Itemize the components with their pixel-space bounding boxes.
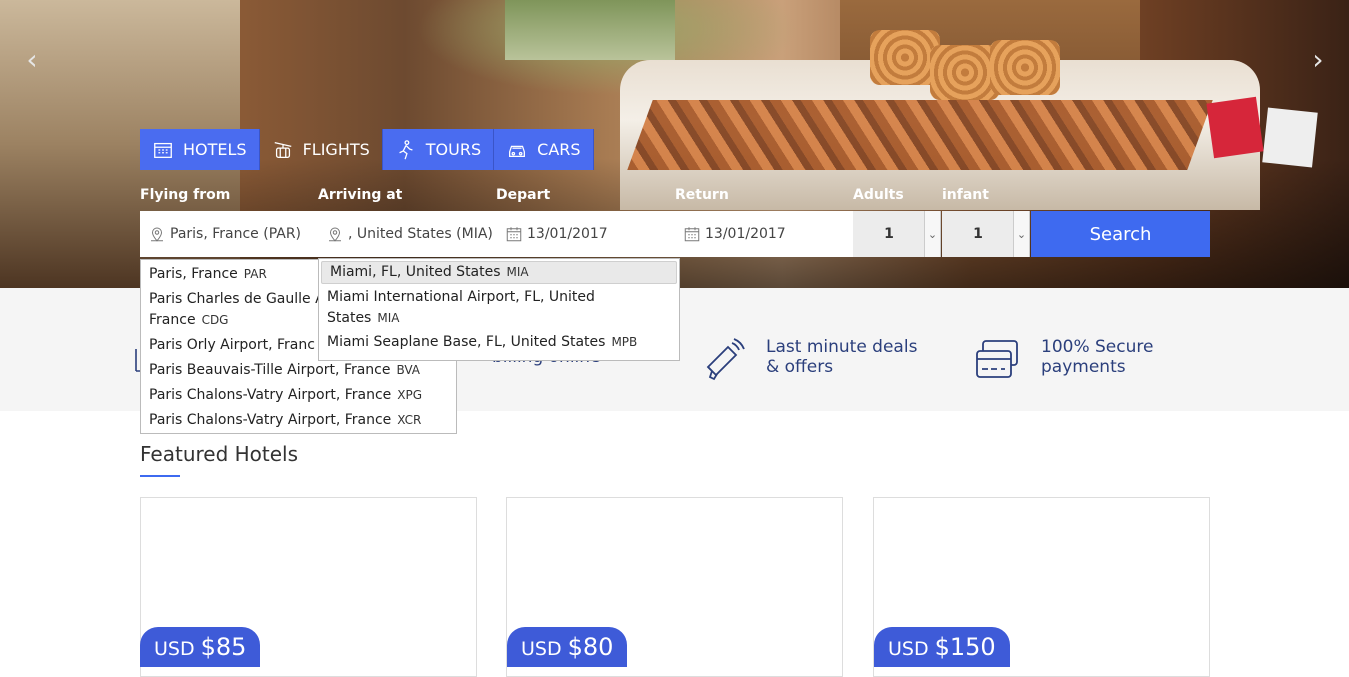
feature-line: & offers (766, 357, 834, 377)
feature-line: 100% Secure (1041, 337, 1154, 357)
suggestion-item[interactable]: Paris Chalons-Vatry Airport, France XPG (141, 385, 456, 406)
hotel-icon (152, 139, 174, 161)
suggestion-name: Paris Beauvais-Tille Airport, France (149, 362, 391, 378)
infant-value: 1 (973, 226, 983, 242)
price-badge: USD $80 (507, 627, 628, 667)
infant-select[interactable]: 1 (942, 211, 1014, 257)
suggestion-name: Paris Orly Airport, Franc (149, 337, 315, 353)
walking-person-icon (395, 139, 417, 161)
suggestion-name: France (149, 312, 196, 328)
hero-image-card (1262, 107, 1318, 168)
adults-label: Adults (853, 187, 904, 203)
suggestion-name: Miami International Airport, FL, United (327, 289, 595, 305)
suggestion-name: Paris Charles de Gaulle A (149, 291, 325, 307)
hero-image-pillow (990, 40, 1060, 95)
return-label: Return (675, 187, 729, 203)
flying-from-value: Paris, France (PAR) (170, 226, 302, 242)
hero-image-card (1206, 96, 1264, 159)
price-badge: USD $150 (874, 627, 1010, 667)
calendar-icon (506, 227, 522, 242)
search-button[interactable]: Search (1031, 211, 1210, 257)
location-pin-icon (151, 227, 163, 242)
search-tabs: HOTELS FLIGHTS TOURS CARS (140, 129, 594, 170)
suggestion-name: States (327, 310, 372, 326)
hero-image-window (505, 0, 675, 60)
suggestion-item-selected[interactable]: Miami, FL, United States MIA (321, 261, 677, 284)
depart-label: Depart (496, 187, 551, 203)
arriving-at-label: Arriving at (318, 187, 403, 203)
tab-label: FLIGHTS (302, 140, 370, 159)
feature-line: Last minute deals (766, 337, 918, 357)
adults-value: 1 (884, 226, 894, 242)
suggestion-name: Miami Seaplane Base, FL, United States (327, 334, 606, 350)
depart-date-value: 13/01/2017 (527, 226, 608, 242)
featured-hotels-heading: Featured Hotels (140, 442, 299, 466)
price-badge: USD $85 (140, 627, 261, 667)
arriving-at-suggestions: Miami, FL, United States MIA Miami Intern… (318, 258, 680, 361)
suggestion-item[interactable]: Miami Seaplane Base, FL, United States MP… (319, 332, 679, 353)
megaphone-icon (706, 338, 745, 381)
tab-hotels[interactable]: HOTELS (140, 129, 260, 170)
tab-flights[interactable]: FLIGHTS (260, 129, 383, 170)
suggestion-code: MIA (377, 311, 400, 325)
tab-label: TOURS (425, 140, 482, 159)
suggestion-code: BVA (396, 363, 421, 377)
flying-from-input[interactable]: Paris, France (PAR) (148, 211, 316, 257)
hero-image-bedrunner (627, 100, 1213, 170)
suggestion-code: PAR (243, 267, 267, 281)
credit-card-icon (976, 340, 1018, 378)
suggestion-name: Paris Chalons-Vatry Airport, France (149, 412, 392, 428)
return-date-value: 13/01/2017 (705, 226, 786, 242)
feature-line: payments (1041, 357, 1126, 377)
feature-secure-payments: 100% Secure payments (975, 337, 1153, 383)
tab-tours[interactable]: TOURS (382, 129, 495, 170)
price-amount: $150 (934, 633, 996, 661)
depart-date-input[interactable]: 13/01/2017 (505, 211, 675, 257)
price-currency: USD (521, 638, 562, 660)
suggestion-code: XCR (397, 413, 422, 427)
suggestion-code: CDG (201, 313, 229, 327)
chevron-down-icon[interactable]: ⌄ (924, 211, 941, 257)
suggestion-item[interactable]: Paris Chalons-Vatry Airport, France XCR (141, 410, 456, 431)
price-amount: $85 (200, 633, 247, 661)
tab-cars[interactable]: CARS (494, 129, 594, 170)
calendar-icon (684, 227, 700, 242)
price-currency: USD (888, 638, 929, 660)
carousel-next-button[interactable]: › (1306, 46, 1330, 74)
price-amount: $80 (567, 633, 614, 661)
return-date-input[interactable]: 13/01/2017 (683, 211, 853, 257)
suggestion-item[interactable]: Miami International Airport, FL, United (319, 287, 679, 308)
suggestion-code: MPB (611, 335, 638, 349)
price-currency: USD (154, 638, 195, 660)
suggestion-item[interactable]: Paris Beauvais-Tille Airport, France BVA (141, 360, 456, 381)
car-icon (506, 139, 528, 161)
feature-deals: Last minute deals & offers (700, 337, 917, 383)
flying-from-label: Flying from (140, 187, 231, 203)
suggestion-name: Paris Chalons-Vatry Airport, France (149, 387, 392, 403)
chevron-down-icon[interactable]: ⌄ (1013, 211, 1030, 257)
tab-label: CARS (537, 140, 581, 159)
suggestion-code: MIA (506, 265, 529, 279)
location-pin-icon (329, 227, 341, 242)
suggestion-code: XPG (397, 388, 423, 402)
arriving-at-value: , United States (MIA) (348, 226, 493, 242)
suggestion-name: Miami, FL, United States (330, 264, 501, 280)
carousel-prev-button[interactable]: ‹ (20, 46, 44, 74)
arriving-at-input[interactable]: , United States (MIA) (326, 211, 496, 257)
adults-select[interactable]: 1 (853, 211, 925, 257)
infant-label: infant (942, 187, 989, 203)
tab-label: HOTELS (183, 140, 247, 159)
suggestion-name: Paris, France (149, 266, 238, 282)
suggestion-item-continued[interactable]: States MIA (319, 308, 679, 329)
heading-underline (140, 475, 180, 477)
cable-car-icon (272, 139, 294, 161)
